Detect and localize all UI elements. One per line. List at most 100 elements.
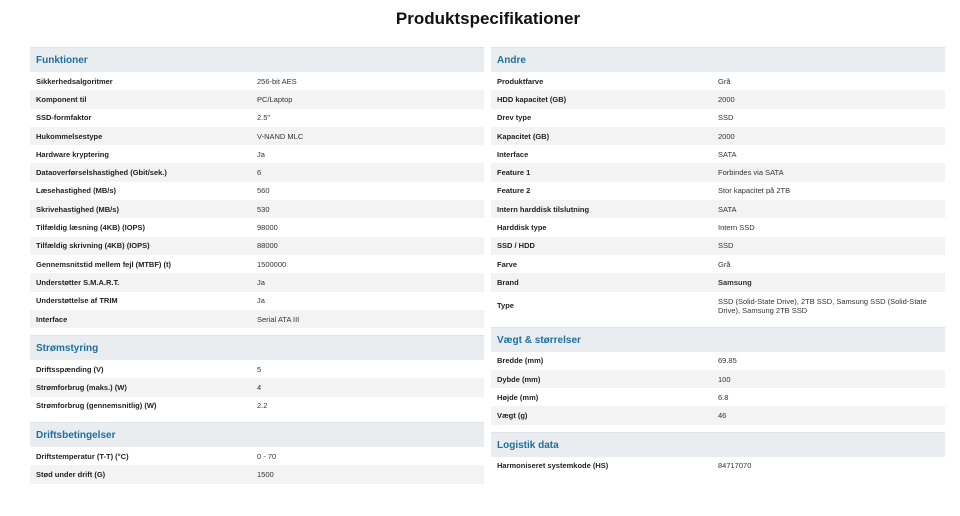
spec-row: HDD kapacitet (GB) 2000 xyxy=(491,90,945,109)
spec-label: Strømforbrug (gennemsnitlig) (W) xyxy=(36,401,157,411)
spec-row: Stød under drift (G) 1500 xyxy=(30,465,484,484)
spec-value: Intern SSD xyxy=(718,223,755,233)
section-heading: Andre xyxy=(491,47,945,72)
spec-label: Vægt (g) xyxy=(497,411,528,421)
spec-label: Understøttelse af TRIM xyxy=(36,296,118,306)
spec-label: Drev type xyxy=(497,113,532,123)
section-heading: Vægt & størrelser xyxy=(491,326,945,352)
spec-label: Skrivehastighed (MB/s) xyxy=(36,204,119,214)
spec-value: 6 xyxy=(257,168,262,178)
spec-row: Tilfældig læsning (4KB) (IOPS) 98000 xyxy=(30,218,484,236)
spec-value: Forbindes via SATA xyxy=(718,168,784,178)
spec-label: Tilfældig skrivning (4KB) (IOPS) xyxy=(36,241,150,251)
spec-row: Feature 1 Forbindes via SATA xyxy=(491,163,945,182)
spec-value: 88000 xyxy=(257,241,278,251)
spec-label: Brand xyxy=(497,277,519,287)
section-heading: Driftsbetingelser xyxy=(30,422,484,448)
spec-label: Hardware kryptering xyxy=(36,149,109,159)
spec-value: 1500 xyxy=(257,469,274,479)
spec-label: HDD kapacitet (GB) xyxy=(497,94,567,104)
spec-row: SSD-formfaktor 2.5" xyxy=(30,109,484,127)
spec-value: SSD xyxy=(718,113,734,123)
spec-value: 256-bit AES xyxy=(257,76,297,86)
spec-row: SSD / HDD SSD xyxy=(491,236,945,255)
spec-label: Intern harddisk tilslutning xyxy=(497,204,590,214)
spec-row: Strømforbrug (gennemsnitlig) (W) 2.2 xyxy=(30,397,484,415)
spec-row: Interface Serial ATA III xyxy=(30,309,484,329)
spec-row: Understøtter S.M.A.R.T. Ja xyxy=(30,273,484,292)
spec-section: Andre Produktfarve Grå HDD kapacitet (GB) 20… xyxy=(491,47,945,320)
spec-value: Samsung xyxy=(718,277,752,287)
section-heading: Strømstyring xyxy=(30,335,484,361)
spec-value: 0 - 70 xyxy=(257,451,277,461)
spec-label: Driftstemperatur (T-T) (°C) xyxy=(36,451,129,461)
spec-value: 6.8 xyxy=(718,392,729,402)
spec-row: Type SSD (Solid-State Drive), 2TB SSD, Sa… xyxy=(491,292,945,320)
spec-value: 530 xyxy=(257,204,270,214)
spec-label: Strømforbrug (maks.) (W) xyxy=(36,383,127,393)
spec-value: 84717070 xyxy=(718,461,752,471)
spec-value: SSD (Solid-State Drive), 2TB SSD, Samsun… xyxy=(718,296,927,315)
spec-value: SSD xyxy=(718,241,734,251)
spec-value: Grå xyxy=(718,259,731,269)
spec-row: Harmoniseret systemkode (HS) 84717070 xyxy=(491,457,945,475)
spec-label: Sikkerhedsalgoritmer xyxy=(36,76,113,86)
spec-label: Feature 2 xyxy=(497,186,531,196)
spec-value: SATA xyxy=(718,204,737,214)
spec-row: Strømforbrug (maks.) (W) 4 xyxy=(30,378,484,397)
spec-value: Grå xyxy=(718,76,731,86)
spec-row: Kapacitet (GB) 2000 xyxy=(491,126,945,146)
section-heading: Logistik data xyxy=(491,431,945,457)
spec-value: 2.2 xyxy=(257,401,268,411)
spec-row: Brand Samsung xyxy=(491,273,945,292)
spec-row: Farve Grå xyxy=(491,255,945,273)
spec-row: Drev type SSD xyxy=(491,109,945,127)
spec-value: 560 xyxy=(257,186,270,196)
spec-label: Interface xyxy=(36,314,68,324)
spec-value: 4 xyxy=(257,383,262,393)
spec-row: Gennemsnitstid mellem fejl (MTBF) (t) 150… xyxy=(30,255,484,273)
spec-row: Hardware kryptering Ja xyxy=(30,145,484,163)
spec-section: Funktioner Sikkerhedsalgoritmer 256-bit AE… xyxy=(30,47,484,329)
spec-row: Tilfældig skrivning (4KB) (IOPS) 88000 xyxy=(30,236,484,255)
spec-rows: Sikkerhedsalgoritmer 256-bit AES Komponent… xyxy=(30,72,484,329)
spec-row: Læsehastighed (MB/s) 560 xyxy=(30,182,484,200)
spec-label: Produktfarve xyxy=(497,76,544,86)
spec-value: Serial ATA III xyxy=(257,314,300,324)
spec-row: Dataoverførselshastighed (Gbit/sek.) 6 xyxy=(30,163,484,182)
spec-label: Harmoniseret systemkode (HS) xyxy=(497,461,609,471)
spec-label: Driftsspænding (V) xyxy=(36,364,104,374)
spec-row: Sikkerhedsalgoritmer 256-bit AES xyxy=(30,72,484,90)
section-heading: Funktioner xyxy=(30,47,484,72)
spec-row: Produktfarve Grå xyxy=(491,72,945,90)
spec-label: Stød under drift (G) xyxy=(36,469,106,479)
spec-label: Dataoverførselshastighed (Gbit/sek.) xyxy=(36,168,167,178)
spec-rows: Produktfarve Grå HDD kapacitet (GB) 2000 Dre… xyxy=(491,72,945,320)
spec-section: Vægt & størrelser Bredde (mm) 69.85 Dybde (… xyxy=(491,326,945,425)
spec-row: Intern harddisk tilslutning SATA xyxy=(491,200,945,219)
spec-value: 2000 xyxy=(718,131,735,141)
spec-label: Gennemsnitstid mellem fejl (MTBF) (t) xyxy=(36,259,172,269)
spec-rows: Driftsspænding (V) 5 Strømforbrug (maks.) … xyxy=(30,360,484,415)
spec-row: Vægt (g) 46 xyxy=(491,406,945,425)
spec-row: Komponent til PC/Laptop xyxy=(30,90,484,109)
spec-value: 98000 xyxy=(257,223,278,233)
spec-label: Bredde (mm) xyxy=(497,356,544,366)
spec-value: V-NAND MLC xyxy=(257,131,304,141)
spec-value: 5 xyxy=(257,364,262,374)
spec-label: Feature 1 xyxy=(497,168,531,178)
spec-value: Ja xyxy=(257,149,265,159)
spec-value: Ja xyxy=(257,277,265,287)
spec-value: 100 xyxy=(718,374,731,384)
spec-label: Læsehastighed (MB/s) xyxy=(36,186,117,196)
spec-rows: Bredde (mm) 69.85 Dybde (mm) 100 Højde (mm) 6… xyxy=(491,352,945,425)
spec-row: Driftsspænding (V) 5 xyxy=(30,360,484,378)
spec-label: SSD / HDD xyxy=(497,241,535,251)
spec-label: SSD-formfaktor xyxy=(36,113,92,123)
right-column: Andre Produktfarve Grå HDD kapacitet (GB) 20… xyxy=(491,47,945,482)
spec-row: Driftstemperatur (T-T) (°C) 0 - 70 xyxy=(30,447,484,465)
left-column: Funktioner Sikkerhedsalgoritmer 256-bit AE… xyxy=(30,47,484,491)
page-title: Produktspecifikationer xyxy=(395,9,581,28)
spec-row: Bredde (mm) 69.85 xyxy=(491,352,945,370)
spec-value: 46 xyxy=(718,411,727,421)
